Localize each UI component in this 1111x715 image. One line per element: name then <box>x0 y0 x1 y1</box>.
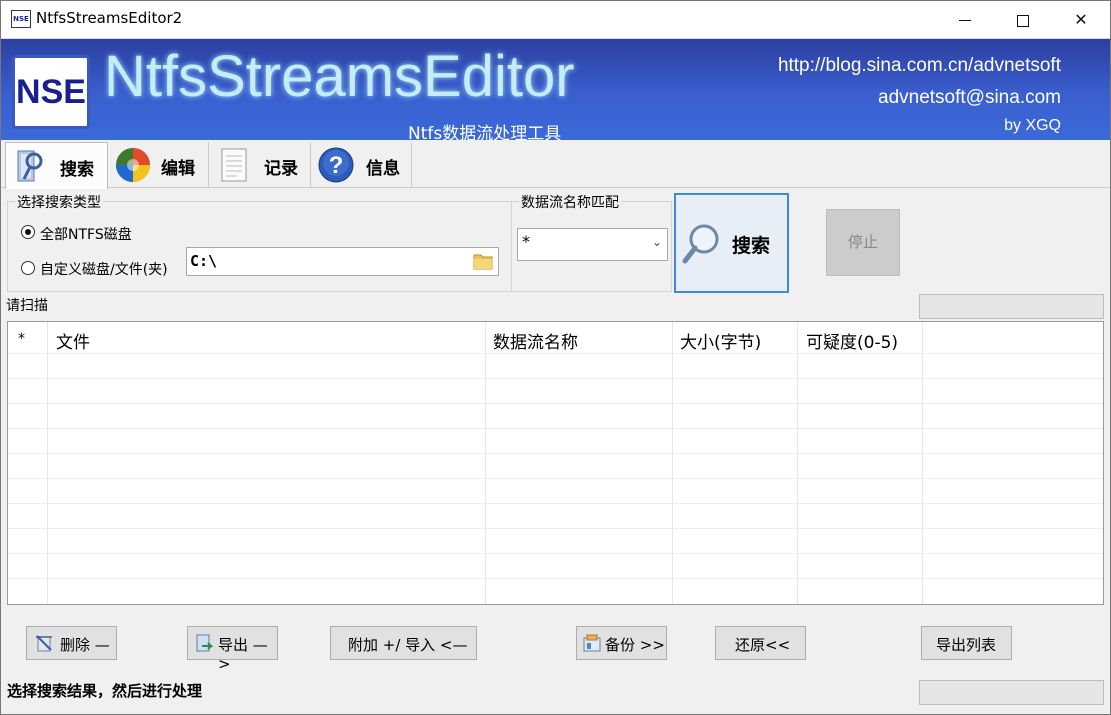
path-input[interactable]: C:\ <box>186 247 499 276</box>
column-divider <box>672 322 673 604</box>
delete-button[interactable]: 删除 — <box>26 626 117 660</box>
row-divider <box>8 503 1103 504</box>
column-divider <box>485 322 486 604</box>
row-divider <box>8 528 1103 529</box>
banner: NSE NtfsStreamsEditor Ntfs数据流处理工具 http:/… <box>0 39 1111 140</box>
stream-match-label: 数据流名称匹配 <box>519 192 621 212</box>
tab-log[interactable]: 记录 <box>209 142 311 187</box>
attach-import-button-label: 附加 +/ 导入 <— <box>348 636 468 654</box>
tab-bar: 搜索 编辑 记录 ? 信息 <box>0 140 1111 189</box>
log-tab-icon <box>221 148 247 182</box>
author-label: by XGQ <box>1004 117 1061 134</box>
progress-bar-top <box>919 294 1104 319</box>
results-table[interactable]: * 文件 数据流名称 大小(字节) 可疑度(0-5) <box>7 321 1104 605</box>
chevron-down-icon: ⌄ <box>651 235 662 249</box>
row-divider <box>8 378 1103 379</box>
attach-import-button[interactable]: 附加 +/ 导入 <— <box>330 626 477 660</box>
search-button-label: 搜索 <box>732 235 771 257</box>
tab-log-label: 记录 <box>264 159 298 179</box>
backup-button-label: 备份 >> <box>605 636 665 654</box>
row-divider <box>8 578 1103 579</box>
column-divider <box>922 322 923 604</box>
tab-edit-label: 编辑 <box>161 159 195 179</box>
column-header-suspicion[interactable]: 可疑度(0-5) <box>806 328 898 353</box>
row-divider <box>8 403 1103 404</box>
column-header-size[interactable]: 大小(字节) <box>680 328 761 353</box>
search-button[interactable]: 搜索 <box>674 193 789 293</box>
email-link[interactable]: advnetsoft@sina.com <box>878 87 1061 109</box>
scan-status: 请扫描 <box>6 298 48 314</box>
banner-subtitle: Ntfs数据流处理工具 <box>408 124 562 140</box>
radio-custom-label[interactable]: 自定义磁盘/文件(夹) <box>40 259 168 279</box>
search-tab-icon <box>17 150 43 182</box>
blog-link[interactable]: http://blog.sina.com.cn/advnetsoft <box>778 55 1061 77</box>
progress-bar-bottom <box>919 680 1104 705</box>
banner-title: NtfsStreamsEditor <box>104 44 575 109</box>
tab-info[interactable]: ? 信息 <box>311 142 412 187</box>
delete-icon <box>36 635 52 652</box>
column-header-file[interactable]: 文件 <box>56 328 90 353</box>
action-status: 选择搜索结果，然后进行处理 <box>7 682 203 700</box>
maximize-icon <box>1017 14 1029 27</box>
tab-info-label: 信息 <box>366 159 400 179</box>
tab-search-label: 搜索 <box>60 160 94 180</box>
window-title: NtfsStreamsEditor2 <box>36 9 183 27</box>
row-divider <box>8 553 1103 554</box>
maximize-button[interactable] <box>994 0 1052 39</box>
tab-edit[interactable]: 编辑 <box>108 142 209 187</box>
minimize-button[interactable] <box>936 0 994 39</box>
column-divider <box>47 322 48 604</box>
stop-button[interactable]: 停止 <box>826 209 900 276</box>
row-divider <box>8 353 1103 354</box>
delete-button-label: 删除 — <box>60 636 110 654</box>
export-list-button-label: 导出列表 <box>936 636 997 654</box>
search-type-label: 选择搜索类型 <box>15 192 103 212</box>
export-button-label: 导出 —> <box>218 636 268 673</box>
info-tab-icon: ? <box>318 147 354 183</box>
nse-logo: NSE <box>12 55 90 129</box>
edit-tab-icon <box>116 148 150 182</box>
title-bar: NSE NtfsStreamsEditor2 ✕ <box>0 0 1111 39</box>
backup-icon <box>583 634 601 652</box>
row-divider <box>8 478 1103 479</box>
restore-button-label: 还原<< <box>735 636 791 654</box>
export-icon <box>196 634 214 652</box>
restore-button[interactable]: 还原<< <box>715 626 806 660</box>
column-header-stream-name[interactable]: 数据流名称 <box>493 328 578 353</box>
radio-all-ntfs[interactable] <box>21 225 35 239</box>
stream-name-select[interactable]: * ⌄ <box>517 228 668 261</box>
radio-all-ntfs-label[interactable]: 全部NTFS磁盘 <box>40 224 132 244</box>
column-header-marker[interactable]: * <box>18 331 25 347</box>
row-divider <box>8 428 1103 429</box>
export-list-button[interactable]: 导出列表 <box>921 626 1012 660</box>
export-button[interactable]: 导出 —> <box>187 626 278 673</box>
svg-text:?: ? <box>329 152 344 179</box>
stream-name-value: * <box>522 232 530 251</box>
tab-search[interactable]: 搜索 <box>5 142 108 189</box>
column-divider <box>797 322 798 604</box>
close-icon: ✕ <box>1074 10 1088 29</box>
folder-icon[interactable] <box>472 250 494 272</box>
app-icon: NSE <box>11 10 31 28</box>
minimize-icon <box>959 20 971 21</box>
row-divider <box>8 453 1103 454</box>
magnifier-icon <box>682 224 719 264</box>
close-button[interactable]: ✕ <box>1052 0 1110 39</box>
radio-custom[interactable] <box>21 261 35 275</box>
backup-button[interactable]: 备份 >> <box>576 626 667 660</box>
